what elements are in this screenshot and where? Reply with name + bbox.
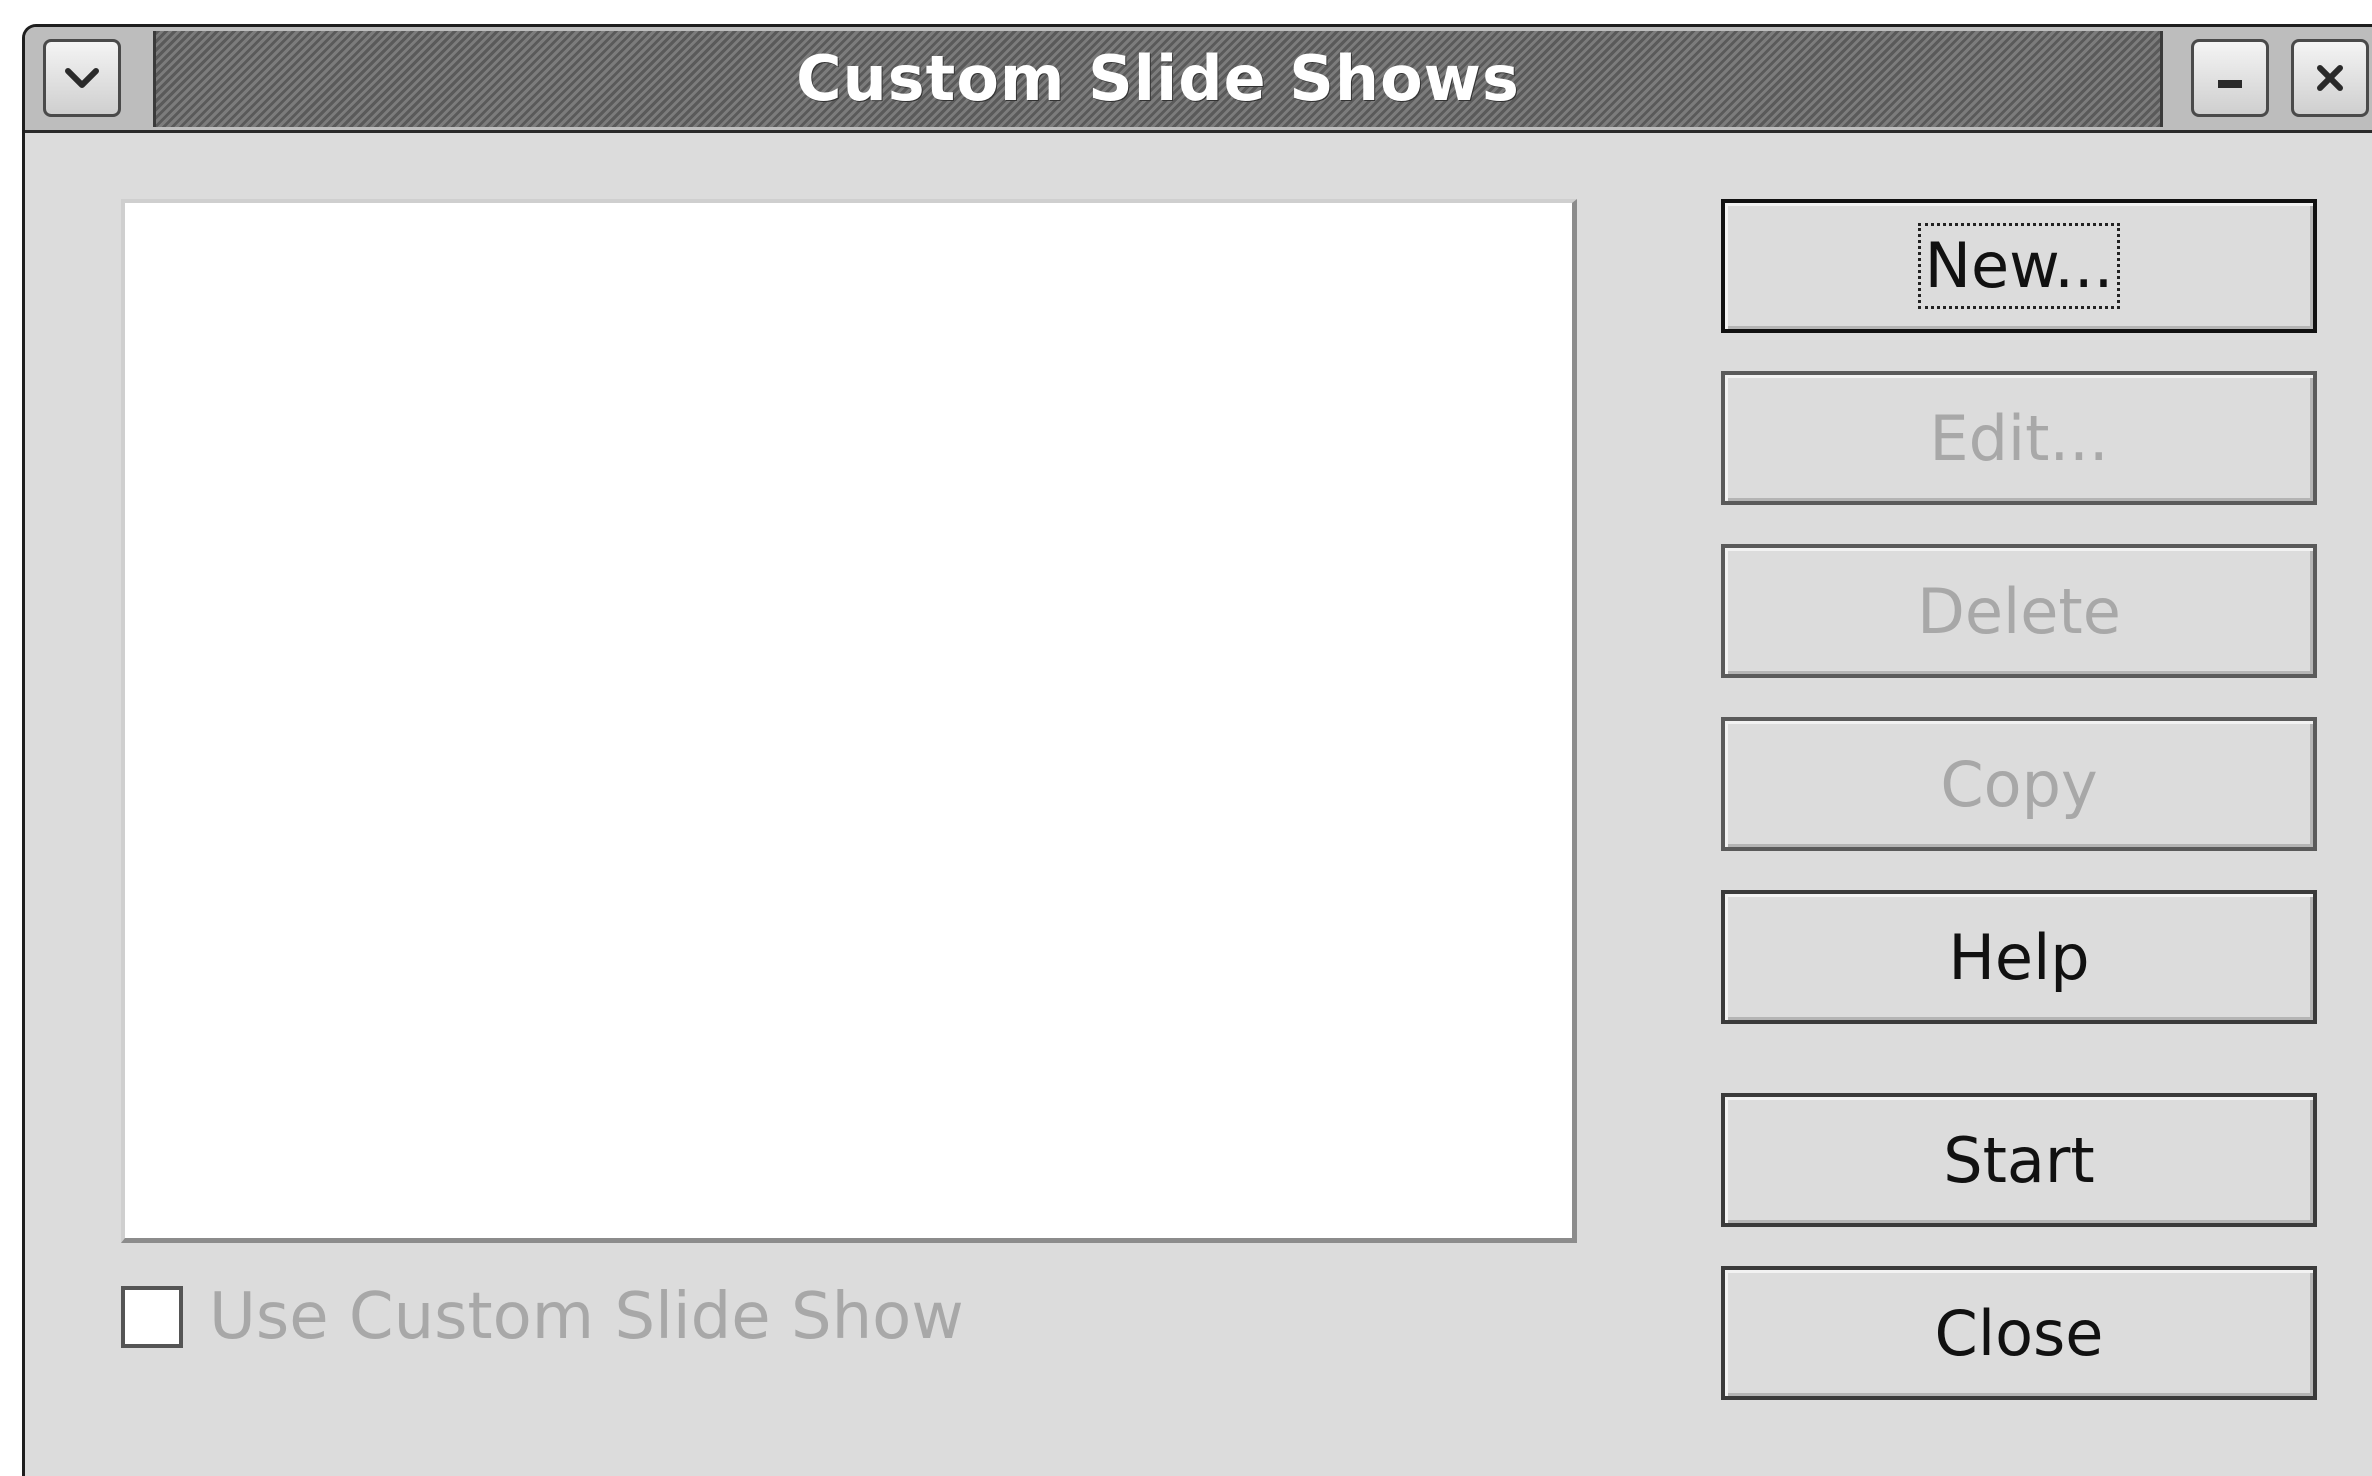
custom-slide-shows-dialog: Custom Slide Shows Use Custom Slide Show… bbox=[22, 24, 2372, 1476]
new-button[interactable]: New... bbox=[1721, 199, 2317, 333]
screen: Custom Slide Shows Use Custom Slide Show… bbox=[0, 0, 2372, 1476]
start-button[interactable]: Start bbox=[1721, 1093, 2317, 1227]
copy-button-label: Copy bbox=[1940, 747, 2098, 821]
chevron-down-icon bbox=[62, 65, 102, 91]
close-button[interactable]: Close bbox=[1721, 1266, 2317, 1400]
copy-button[interactable]: Copy bbox=[1721, 717, 2317, 851]
close-button-label: Close bbox=[1934, 1296, 2104, 1370]
close-window-button[interactable] bbox=[2291, 39, 2369, 117]
edit-button-label: Edit... bbox=[1929, 401, 2109, 475]
title-bar[interactable]: Custom Slide Shows bbox=[25, 27, 2372, 133]
close-icon bbox=[2312, 60, 2348, 96]
delete-button-label: Delete bbox=[1917, 574, 2121, 648]
new-button-label: New... bbox=[1917, 223, 2121, 309]
minimize-icon bbox=[2212, 60, 2248, 96]
use-custom-show-label: Use Custom Slide Show bbox=[209, 1280, 964, 1354]
dialog-title: Custom Slide Shows bbox=[796, 42, 1520, 115]
custom-show-list[interactable] bbox=[121, 199, 1577, 1243]
edit-button[interactable]: Edit... bbox=[1721, 371, 2317, 505]
minimize-button[interactable] bbox=[2191, 39, 2269, 117]
help-button[interactable]: Help bbox=[1721, 890, 2317, 1024]
window-menu-button[interactable] bbox=[43, 39, 121, 117]
use-custom-show-option[interactable]: Use Custom Slide Show bbox=[121, 1277, 964, 1357]
delete-button[interactable]: Delete bbox=[1721, 544, 2317, 678]
use-custom-show-checkbox[interactable] bbox=[121, 1286, 183, 1348]
help-button-label: Help bbox=[1948, 920, 2090, 994]
start-button-label: Start bbox=[1943, 1123, 2095, 1197]
